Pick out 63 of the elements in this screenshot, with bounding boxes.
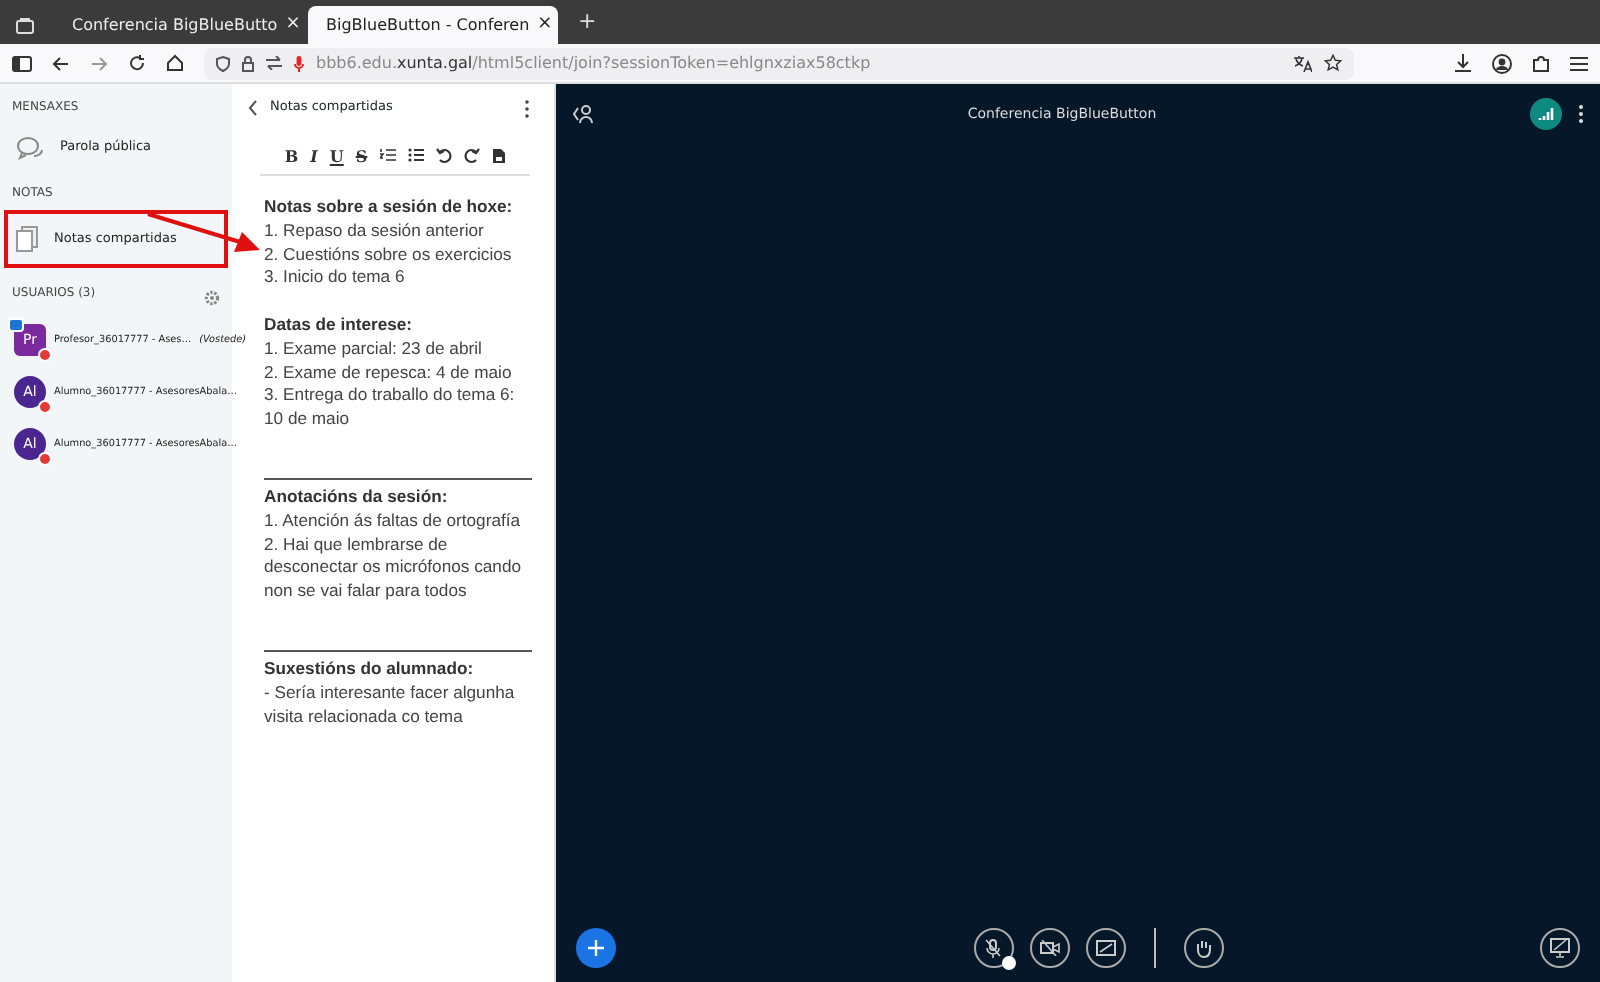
italic-button[interactable]: I bbox=[310, 143, 318, 167]
note-line: 1. Repaso da sesión anterior bbox=[264, 219, 486, 244]
lock-icon bbox=[242, 55, 254, 71]
note-line: 1. Atención ás faltas de ortografía bbox=[264, 509, 523, 534]
undo-icon[interactable] bbox=[435, 147, 452, 163]
hand-icon bbox=[1194, 938, 1212, 958]
download-icon[interactable] bbox=[1454, 54, 1472, 72]
note-heading: Suxestións do alumnado: bbox=[264, 657, 476, 682]
numbered-list-icon[interactable] bbox=[379, 148, 396, 162]
shield-icon bbox=[216, 55, 230, 71]
menu-icon[interactable] bbox=[1570, 55, 1588, 71]
muted-microphone-icon bbox=[984, 938, 1002, 958]
note-heading: Datas de interese: bbox=[264, 313, 415, 338]
presentation-icon bbox=[1550, 938, 1570, 958]
presentation-button[interactable] bbox=[1540, 928, 1580, 968]
notes-icon bbox=[16, 226, 38, 252]
note-line: 1. Exame parcial: 23 de abril bbox=[264, 337, 484, 362]
account-icon[interactable] bbox=[1492, 53, 1512, 73]
tab-overview-icon[interactable] bbox=[16, 18, 34, 34]
new-tab-button[interactable]: + bbox=[578, 5, 597, 38]
back-icon[interactable] bbox=[52, 55, 70, 71]
export-icon[interactable] bbox=[491, 147, 506, 163]
browser-tab[interactable]: BigBlueButton - Conferen × bbox=[308, 6, 558, 44]
screen-share-button[interactable] bbox=[1085, 928, 1125, 968]
more-options-icon[interactable] bbox=[524, 99, 530, 117]
address-bar[interactable]: bbb6.edu.xunta.gal/html5client/join?sessionToken=ehlgnxziax58ctkp bbox=[204, 47, 1354, 79]
user-list-toggle-icon[interactable] bbox=[572, 104, 594, 124]
note-heading: Notas sobre a sesión de hoxe: bbox=[264, 196, 515, 220]
translate-icon[interactable] bbox=[1294, 55, 1312, 71]
note-line: 3. Inicio do tema 6 bbox=[264, 266, 407, 291]
camera-off-icon bbox=[1039, 940, 1059, 956]
back-icon[interactable] bbox=[248, 100, 258, 116]
browser-tab[interactable]: Conferencia BigBlueButto × bbox=[54, 6, 304, 44]
bullet-list-icon[interactable] bbox=[407, 148, 424, 162]
permissions-icon bbox=[266, 56, 282, 70]
home-icon[interactable] bbox=[166, 54, 184, 72]
connection-status-icon[interactable] bbox=[1530, 98, 1562, 130]
raise-hand-button[interactable] bbox=[1183, 928, 1223, 968]
reload-icon[interactable] bbox=[128, 54, 146, 72]
forward-icon[interactable] bbox=[90, 55, 108, 71]
url-text: bbb6.edu.xunta.gal/html5client/join?sessionToken=ehlgnxziax58ctkp bbox=[316, 51, 871, 75]
note-line: - Sería interesante facer algunha visita relacionada co tema bbox=[264, 681, 517, 729]
sidebar-icon[interactable] bbox=[12, 55, 32, 71]
note-line: 2. Exame de repesca: 4 de maio bbox=[264, 361, 514, 385]
note-heading: Anotacións da sesión: bbox=[264, 485, 450, 510]
chat-icon bbox=[16, 136, 44, 160]
bold-button[interactable]: B bbox=[284, 143, 299, 167]
extensions-icon[interactable] bbox=[1532, 54, 1550, 72]
plus-icon bbox=[586, 938, 606, 958]
more-options-icon[interactable] bbox=[1578, 104, 1584, 124]
underline-button[interactable]: U bbox=[329, 143, 344, 167]
note-line: 2. Hai que lembrarse de desconectar os micrófonos cando non se vai falar para todos bbox=[264, 533, 523, 604]
camera-off-button[interactable] bbox=[1029, 928, 1069, 968]
redo-icon[interactable] bbox=[463, 147, 480, 163]
muted-microphone-button[interactable] bbox=[973, 928, 1013, 968]
settings-icon[interactable] bbox=[204, 289, 220, 305]
note-line: 3. Entrega do traballo do tema 6: 10 de maio bbox=[264, 384, 517, 432]
screen-share-icon bbox=[1095, 940, 1115, 956]
microphone-icon bbox=[294, 55, 304, 71]
star-icon[interactable] bbox=[1324, 54, 1342, 72]
actions-button[interactable] bbox=[576, 928, 616, 968]
note-line: 2. Cuestións sobre os exercicios bbox=[264, 243, 514, 267]
strike-button[interactable]: S bbox=[355, 143, 368, 167]
